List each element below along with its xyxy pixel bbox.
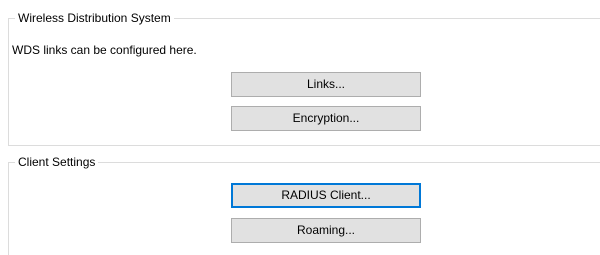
wds-description: WDS links can be configured here. — [12, 43, 197, 57]
wds-group-title: Wireless Distribution System — [15, 10, 174, 26]
roaming-button[interactable]: Roaming... — [231, 218, 421, 243]
radius-client-button[interactable]: RADIUS Client... — [231, 183, 421, 208]
links-button[interactable]: Links... — [231, 72, 421, 97]
encryption-button[interactable]: Encryption... — [231, 106, 421, 131]
client-settings-group-title: Client Settings — [15, 154, 99, 170]
